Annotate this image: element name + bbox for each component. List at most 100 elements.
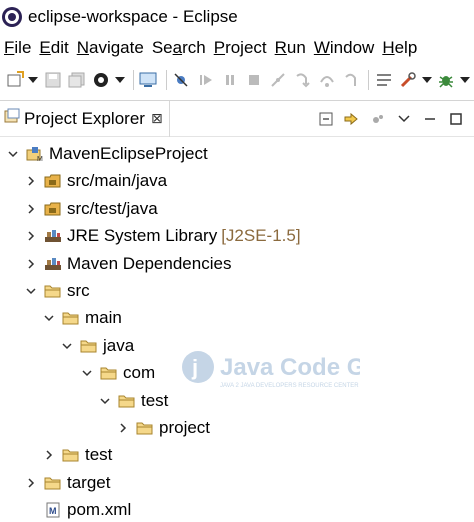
step-into-icon[interactable] xyxy=(292,69,313,91)
tree-item-label: target xyxy=(67,472,111,492)
tree-item[interactable]: Maven Dependencies xyxy=(24,251,231,277)
watermark-logo: j Java Code Geeks JAVA 2 JAVA DEVELOPERS… xyxy=(180,345,419,393)
chevron-right-icon[interactable] xyxy=(42,448,56,462)
eclipse-logo-icon xyxy=(2,7,22,27)
tree-item[interactable]: target xyxy=(24,470,110,496)
debug-icon[interactable] xyxy=(436,69,457,91)
new-icon[interactable] xyxy=(4,69,25,91)
tree-item-label: main xyxy=(85,308,122,328)
save-all-icon[interactable] xyxy=(66,69,87,91)
folder-icon xyxy=(118,393,136,409)
menu-edit[interactable]: Edit xyxy=(35,38,72,58)
window-title: eclipse-workspace - Eclipse xyxy=(28,7,238,26)
save-icon[interactable] xyxy=(42,69,63,91)
suspend-icon[interactable] xyxy=(219,69,240,91)
tree-item-label: Maven Dependencies xyxy=(67,253,232,273)
toggle-word-wrap-icon[interactable] xyxy=(373,69,394,91)
tree-item[interactable]: com xyxy=(80,360,155,386)
debug-dropdown-chevron-icon[interactable] xyxy=(459,77,470,83)
menu-file[interactable]: File xyxy=(0,38,35,58)
source-folder-icon xyxy=(44,201,62,217)
chevron-right-icon[interactable] xyxy=(24,229,38,243)
folder-icon xyxy=(44,475,62,491)
folder-icon xyxy=(62,447,80,463)
view-header: Project Explorer ⊠ xyxy=(0,100,474,137)
svg-text:j: j xyxy=(191,355,198,380)
open-perspective-icon[interactable] xyxy=(91,69,112,91)
step-return-icon[interactable] xyxy=(340,69,361,91)
tree-item[interactable]: M MavenEclipseProject xyxy=(6,141,208,167)
library-icon xyxy=(44,256,62,272)
toolbar-separator xyxy=(368,70,370,90)
menu-bar: File Edit Navigate Search Project Run Wi… xyxy=(0,34,474,62)
tree-item[interactable]: test xyxy=(42,442,112,468)
minimize-icon[interactable] xyxy=(420,109,440,129)
chevron-right-icon[interactable] xyxy=(24,202,38,216)
menu-help[interactable]: Help xyxy=(378,38,421,58)
menu-project[interactable]: Project xyxy=(210,38,271,58)
menu-run[interactable]: Run xyxy=(271,38,310,58)
tree-item[interactable]: test xyxy=(98,388,168,414)
chevron-down-icon[interactable] xyxy=(98,394,112,408)
project-icon: M xyxy=(26,146,44,162)
view-menu-filter-icon[interactable] xyxy=(368,109,388,129)
resume-icon[interactable] xyxy=(195,69,216,91)
svg-text:Java Code Geeks: Java Code Geeks xyxy=(220,354,360,381)
step-over-icon[interactable] xyxy=(316,69,337,91)
folder-icon xyxy=(44,283,62,299)
tree-item-label: src/test/java xyxy=(67,198,158,218)
folder-icon xyxy=(80,338,98,354)
maven-pom-icon: M xyxy=(44,502,62,518)
menu-window[interactable]: Window xyxy=(310,38,378,58)
tree-item-label: src/main/java xyxy=(67,171,168,191)
maximize-icon[interactable] xyxy=(446,109,466,129)
new-dropdown-chevron-icon[interactable] xyxy=(28,77,39,83)
chevron-right-icon[interactable] xyxy=(24,174,38,188)
svg-text:JAVA 2 JAVA DEVELOPERS RESOURC: JAVA 2 JAVA DEVELOPERS RESOURCE CENTER xyxy=(220,383,359,389)
terminate-icon[interactable] xyxy=(243,69,264,91)
chevron-down-icon[interactable] xyxy=(6,147,20,161)
skip-breakpoints-icon[interactable] xyxy=(171,69,192,91)
tree-item[interactable]: src/main/java xyxy=(24,168,167,194)
menu-search[interactable]: Search xyxy=(148,38,210,58)
title-bar: eclipse-workspace - Eclipse xyxy=(0,0,474,34)
tab-project-explorer[interactable]: Project Explorer ⊠ xyxy=(0,100,170,137)
tree-item[interactable]: main xyxy=(42,305,122,331)
collapse-all-icon[interactable] xyxy=(316,109,336,129)
tree-item-label: pom.xml xyxy=(67,500,132,520)
chevron-right-icon[interactable] xyxy=(24,476,38,490)
disconnect-icon[interactable] xyxy=(268,69,289,91)
tree-item[interactable]: src xyxy=(24,278,90,304)
tab-label: Project Explorer xyxy=(24,108,145,128)
chevron-right-icon[interactable] xyxy=(24,257,38,271)
tree-item[interactable]: java xyxy=(60,333,134,359)
tree-item-label: java xyxy=(103,335,135,355)
tree-item-label: test xyxy=(141,390,169,410)
tree-item[interactable]: src/test/java xyxy=(24,196,158,222)
tree-item[interactable]: JRE System Library [J2SE-1.5] xyxy=(24,223,301,249)
console-icon[interactable] xyxy=(138,69,159,91)
project-explorer-view: Project Explorer ⊠ M MavenEclipseProject s… xyxy=(0,100,474,522)
tree-item-label: src xyxy=(67,281,90,300)
chevron-down-icon[interactable] xyxy=(24,284,38,298)
link-with-editor-icon[interactable] xyxy=(342,109,362,129)
chevron-down-icon[interactable] xyxy=(60,339,74,353)
chevron-right-icon[interactable] xyxy=(116,421,130,435)
tree-item-label: MavenEclipseProject xyxy=(49,144,208,163)
tree-item-label: com xyxy=(123,363,156,383)
chevron-down-icon[interactable] xyxy=(42,311,56,325)
perspective-dropdown-chevron-icon[interactable] xyxy=(114,77,125,83)
project-explorer-icon xyxy=(4,108,20,129)
view-menu-chevron-down-icon[interactable] xyxy=(394,109,414,129)
tree-item-label: project xyxy=(159,418,211,437)
chevron-down-icon[interactable] xyxy=(80,366,94,380)
external-tools-icon[interactable] xyxy=(398,69,419,91)
tree-item[interactable]: project xyxy=(116,415,210,441)
tree-item-decoration: [J2SE-1.5] xyxy=(221,226,301,246)
menu-navigate[interactable]: Navigate xyxy=(73,38,148,58)
external-tools-dropdown-chevron-icon[interactable] xyxy=(421,77,432,83)
library-icon xyxy=(44,228,62,244)
close-icon[interactable]: ⊠ xyxy=(151,110,163,127)
tree-item[interactable]: Mpom.xml xyxy=(24,497,131,522)
